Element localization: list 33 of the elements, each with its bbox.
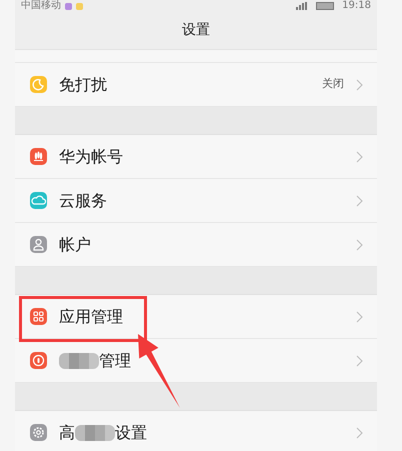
- screen-title: 设置: [182, 21, 210, 40]
- chevron-icon: [356, 150, 363, 162]
- settings-row[interactable]: 高 设置: [15, 411, 377, 451]
- row-label: 华为帐号: [59, 146, 123, 168]
- settings-row[interactable]: 华为帐号: [15, 135, 377, 179]
- chevron-icon: [356, 194, 363, 206]
- status-time: 19:18: [342, 0, 371, 12]
- person-icon: [30, 236, 47, 253]
- signal-icon: [296, 2, 308, 10]
- moon-icon: [30, 76, 47, 93]
- row-label: 设置: [115, 422, 147, 444]
- blurred-text: [59, 352, 99, 368]
- chevron-icon: [356, 238, 363, 250]
- row-label: 免打扰: [59, 74, 107, 96]
- chevron-icon: [356, 354, 363, 366]
- blurred-text: [75, 424, 115, 440]
- row-label: 管理: [99, 350, 131, 372]
- flower-icon: [30, 148, 47, 165]
- row-label: 应用管理: [59, 306, 123, 328]
- chevron-icon: [356, 310, 363, 322]
- battery-icon: [316, 2, 334, 10]
- settings-row[interactable]: 云服务: [15, 179, 377, 223]
- chevron-icon: [356, 78, 363, 90]
- row-label: 云服务: [59, 190, 107, 212]
- carrier-name: 中国移动: [21, 0, 61, 12]
- settings-row[interactable]: 应用管理: [15, 295, 377, 339]
- chevron-icon: [356, 426, 363, 438]
- gear-icon: [30, 424, 47, 441]
- grid-icon: [30, 308, 47, 325]
- row-label: 高: [59, 422, 75, 444]
- row-value: 关闭: [322, 76, 344, 92]
- row-label: 帐户: [59, 234, 91, 256]
- cloud-icon: [30, 192, 47, 209]
